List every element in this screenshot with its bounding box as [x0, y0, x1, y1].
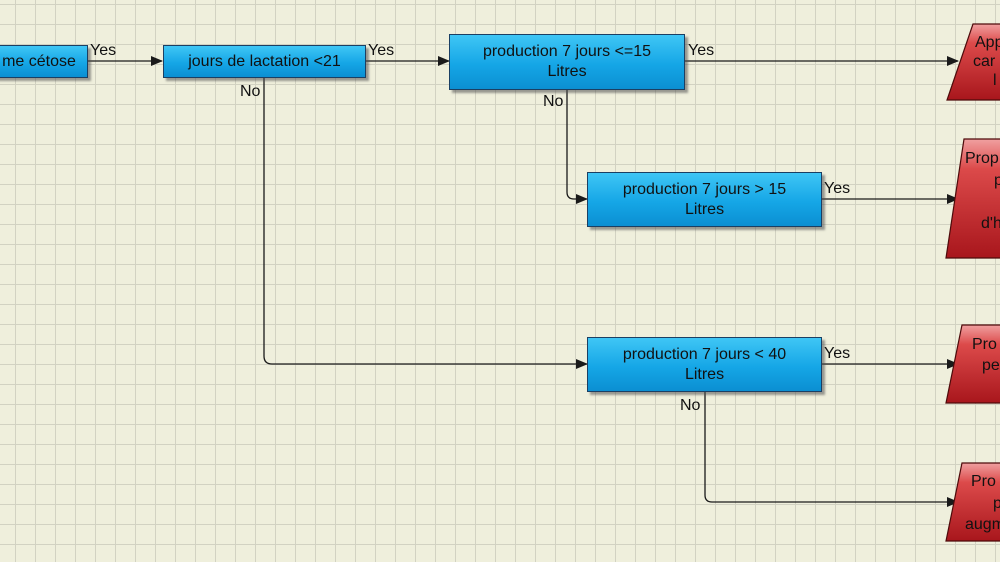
label-yes-prod40: Yes [824, 345, 851, 362]
outcome-2-line2: p [994, 172, 1000, 189]
label-yes-lactation: Yes [368, 42, 395, 59]
outcome-4-line1: Pro [971, 473, 996, 490]
label-yes-prodgt15: Yes [824, 180, 851, 197]
node-prod40-line2: Litres [684, 365, 725, 383]
diagram-canvas: me cétose jours de lactation <21 product… [0, 0, 1000, 562]
label-no-lactation: No [240, 83, 261, 100]
node-lactation[interactable]: jours de lactation <21 [163, 45, 366, 78]
outcome-2-line4: d'h [981, 215, 1000, 232]
node-prod15[interactable]: production 7 jours <=15 Litres [449, 34, 685, 90]
edge-prod15-prodgt15 [566, 90, 588, 204]
edge-prod40-outcome4 [704, 392, 959, 507]
outcome-2-line1: Prop [965, 150, 999, 167]
label-yes-prod15: Yes [688, 42, 715, 59]
outcome-3-line1: Pro [972, 336, 997, 353]
label-yes-cetose: Yes [90, 42, 117, 59]
node-cetose[interactable]: me cétose [0, 45, 88, 78]
node-cetose-text: me cétose [2, 52, 76, 70]
outcome-1[interactable]: App car l [940, 23, 1000, 104]
outcome-4[interactable]: Pro p augm [940, 462, 1000, 543]
outcome-1-line1: App [975, 34, 1000, 51]
node-prod15-line2: Litres [547, 63, 587, 80]
outcome-4-line2: p [993, 495, 1000, 512]
node-prodgt15[interactable]: production 7 jours > 15 Litres [587, 172, 822, 227]
node-prod15-line1: production 7 jours <=15 [482, 43, 652, 60]
outcome-3[interactable]: Pro pe [940, 324, 1000, 405]
label-no-prod40: No [680, 397, 701, 414]
node-prodgt15-line1: production 7 jours > 15 [622, 180, 787, 198]
node-prodgt15-line2: Litres [684, 200, 725, 218]
node-prod40-line1: production 7 jours < 40 [622, 345, 787, 363]
outcome-2[interactable]: Prop p d'h [940, 138, 1000, 261]
outcome-3-line2: pe [982, 357, 1000, 374]
label-no-prod15: No [543, 93, 564, 110]
edge-lactation-prod40 [263, 78, 588, 369]
node-prod40[interactable]: production 7 jours < 40 Litres [587, 337, 822, 392]
outcome-1-line2: car [973, 53, 996, 70]
outcome-4-line3: augm [965, 516, 1000, 533]
node-lactation-text: jours de lactation <21 [188, 52, 341, 70]
outcome-1-line3: l [993, 72, 997, 89]
